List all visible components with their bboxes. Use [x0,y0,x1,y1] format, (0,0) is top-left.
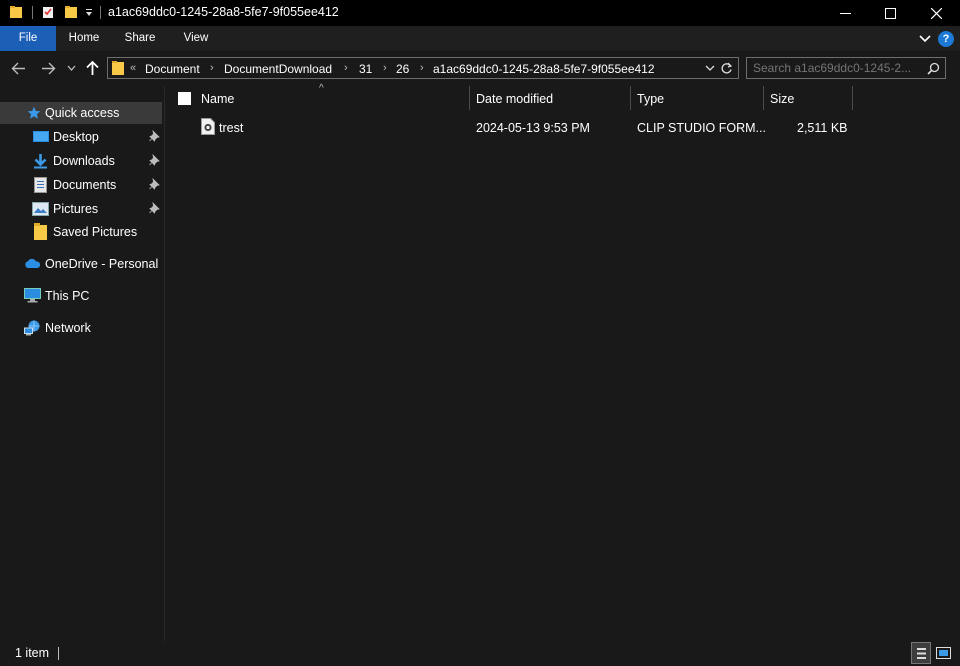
breadcrumb-separator-icon[interactable]: › [210,62,214,74]
breadcrumb-26[interactable]: 26 [396,62,409,76]
file-date-modified: 2024-05-13 9:53 PM [476,121,590,135]
sidebar-item-onedrive[interactable]: OneDrive - Personal [0,253,162,275]
cloud-icon [25,258,41,268]
breadcrumb-separator-icon[interactable]: › [383,62,387,74]
documents-icon [34,177,47,193]
sidebar-item-desktop[interactable]: Desktop [0,126,162,148]
file-type: CLIP STUDIO FORM... [637,121,766,135]
close-icon [930,7,942,19]
column-header-date-modified[interactable]: Date modified [476,92,553,106]
status-bar: 1 item [0,641,960,666]
large-icons-view-button[interactable] [934,642,954,664]
customize-toolbar-icon[interactable] [85,8,93,18]
breadcrumb-separator-icon[interactable]: › [420,62,424,74]
pictures-icon [32,202,49,216]
star-icon [27,106,41,119]
minimize-button[interactable] [822,0,868,26]
sidebar-item-saved-pictures[interactable]: Saved Pictures [0,221,162,243]
up-icon[interactable] [86,60,99,76]
pin-icon[interactable] [149,154,160,166]
address-dropdown-icon[interactable] [705,65,715,72]
folder-icon [34,223,47,240]
column-resize-handle[interactable] [763,86,764,110]
sidebar-item-label: Network [45,321,91,335]
clip-studio-file-icon [201,118,215,135]
column-resize-handle[interactable] [469,86,470,110]
back-icon[interactable] [11,62,26,75]
sidebar-item-label: Pictures [53,202,99,216]
sidebar-item-label: Quick access [45,106,120,120]
address-bar[interactable]: « Document › DocumentDownload › 31 › 26 … [107,57,739,79]
network-icon [24,320,40,336]
pin-icon[interactable] [149,130,160,142]
search-icon[interactable] [927,62,940,75]
sidebar-item-downloads[interactable]: Downloads [0,150,162,172]
maximize-icon [884,7,896,19]
details-view-icon [917,648,926,659]
column-header-name[interactable]: Name [201,92,234,106]
properties-icon[interactable] [41,5,55,19]
sidebar-item-pictures[interactable]: Pictures [0,198,162,220]
file-size: 2,511 KB [797,121,848,135]
breadcrumb-31[interactable]: 31 [359,62,372,76]
breadcrumb-separator-icon[interactable]: › [344,62,348,74]
tab-file[interactable]: File [0,26,56,51]
desktop-icon [33,131,49,142]
sidebar-item-label: OneDrive - Personal [45,257,159,271]
column-resize-handle[interactable] [630,86,631,110]
title-separator [100,6,101,19]
pin-icon[interactable] [149,178,160,190]
status-divider [58,647,59,660]
file-list [165,86,960,641]
sidebar-item-network[interactable]: Network [0,317,162,339]
help-icon[interactable]: ? [938,31,954,47]
ribbon: File Home Share View ? [0,26,960,51]
pin-icon[interactable] [149,202,160,214]
sidebar-item-label: Documents [53,178,117,192]
column-resize-handle[interactable] [852,86,853,110]
column-header-type[interactable]: Type [637,92,664,106]
sidebar-item-label: Desktop [53,130,99,144]
title-separator [32,6,33,19]
tab-view[interactable]: View [172,26,220,51]
breadcrumb-current-folder[interactable]: a1ac69ddc0-1245-28a8-5fe7-9f055ee412 [433,62,655,76]
sidebar-item-label: Downloads [53,154,115,168]
title-bar: a1ac69ddc0-1245-28a8-5fe7-9f055ee412 [0,0,960,26]
breadcrumb-document[interactable]: Document [145,62,200,76]
folder-icon [112,61,124,75]
search-box[interactable] [746,57,946,79]
overflow-chevron[interactable]: « [130,62,136,74]
expand-ribbon-icon[interactable] [919,34,931,43]
refresh-icon[interactable] [720,62,733,75]
maximize-button[interactable] [867,0,913,26]
column-header-size[interactable]: Size [770,92,794,106]
navigation-pane: Quick access Desktop Downloads Documents… [0,86,164,641]
minimize-icon [839,12,851,14]
new-folder-icon[interactable] [64,5,78,19]
folder-icon[interactable] [9,5,23,19]
downloads-icon [34,154,47,169]
breadcrumb-documentdownload[interactable]: DocumentDownload [224,62,332,76]
large-icons-view-icon [936,647,951,659]
tab-home[interactable]: Home [60,26,108,51]
file-name[interactable]: trest [219,121,243,135]
item-count: 1 item [15,646,50,660]
sidebar-item-label: This PC [45,289,90,303]
select-all-checkbox[interactable] [178,92,191,105]
sort-ascending-icon: ^ [319,83,324,94]
window-title: a1ac69ddc0-1245-28a8-5fe7-9f055ee412 [108,5,339,19]
search-input[interactable] [753,60,923,76]
computer-icon [24,288,41,303]
sidebar-item-quick-access[interactable]: Quick access [0,102,162,124]
details-view-button[interactable] [911,642,931,664]
sidebar-item-label: Saved Pictures [53,225,138,239]
sidebar-item-this-pc[interactable]: This PC [0,285,162,307]
forward-icon[interactable] [41,62,56,75]
recent-locations-icon[interactable] [67,65,76,72]
close-button[interactable] [913,0,959,26]
tab-share[interactable]: Share [116,26,164,51]
sidebar-item-documents[interactable]: Documents [0,174,162,196]
